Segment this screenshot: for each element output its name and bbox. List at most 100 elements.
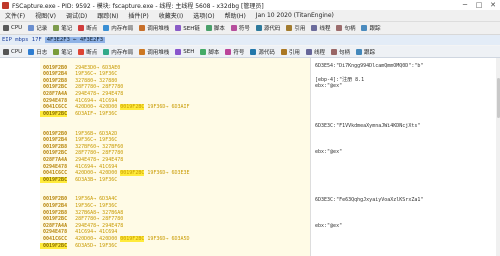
code-line[interactable]: 0041C6CC 420D00→ 420D00 0019F2BC 19F36D→ … bbox=[40, 170, 310, 177]
toolbar-button-symbols[interactable]: 符号 bbox=[228, 23, 253, 33]
toolbar-button-threads[interactable]: 线程 bbox=[303, 47, 328, 57]
toolbar-button-notes[interactable]: 笔记 bbox=[50, 47, 75, 57]
menu-item[interactable]: 收藏夹(I) bbox=[154, 11, 188, 20]
toolbar-button-trace[interactable]: 跟踪 bbox=[358, 23, 383, 33]
address-bar[interactable]: EIP mbps 17F 4F3E2F3 ← 4F3E2F3 bbox=[0, 35, 500, 45]
toolbar-button-label: 断点 bbox=[86, 26, 98, 32]
window-title: FSCapture.exe - PID: 9592 - 模块: fscaptur… bbox=[12, 2, 264, 10]
code-line[interactable]: 0019F2B4 19F36C→ 19F36C bbox=[40, 71, 310, 78]
code-line[interactable]: 028F7A4A 294E478→ 294E478 bbox=[40, 223, 310, 230]
toolbar-button-callstack[interactable]: 调用堆栈 bbox=[136, 47, 172, 57]
code-address: 0019F2BC bbox=[40, 176, 68, 183]
code-line[interactable]: 0019F2BC 28F7780→ 28F7780 bbox=[40, 84, 310, 91]
code-line[interactable]: 0019F2B0 19F36A→ 6D3A4C bbox=[40, 196, 310, 203]
references-icon bbox=[286, 25, 293, 31]
toolbar-button-source[interactable]: 源代码 bbox=[247, 47, 278, 57]
toolbar-button-references[interactable]: 引用 bbox=[283, 23, 308, 33]
code-operand-text: 420D00→ 420D00 bbox=[75, 170, 118, 177]
toolbar-button-trace[interactable]: 跟踪 bbox=[353, 47, 378, 57]
comment-text: 6D3E54:"Di7Kngg994DlcamQmmOMQ0D":"b" bbox=[315, 63, 424, 69]
maximize-button[interactable]: □ bbox=[472, 0, 486, 10]
code-line[interactable]: 0019F2BC 6D3A5D→ 19F36C bbox=[40, 242, 310, 250]
toolbar-button-log[interactable]: 记录 bbox=[25, 23, 50, 33]
menu-item[interactable]: 视图(V) bbox=[30, 11, 61, 20]
app-bug-icon bbox=[2, 1, 9, 9]
toolbar-button-log[interactable]: 日志 bbox=[25, 47, 50, 57]
toolbar-button-references[interactable]: 引用 bbox=[278, 47, 303, 57]
code-line[interactable]: 0294E478 41C694→ 41C694 bbox=[40, 229, 310, 236]
toolbar-button-source[interactable]: 源代码 bbox=[253, 23, 284, 33]
code-line[interactable]: 0019F2B8 327880→ 327880 bbox=[40, 78, 310, 85]
menu-item[interactable]: 调试(D) bbox=[61, 11, 92, 20]
toolbar-button-memory[interactable]: 内存布局 bbox=[100, 47, 136, 57]
vertical-scrollbar[interactable] bbox=[496, 58, 500, 256]
code-line[interactable]: 0019F2B4 19F36C→ 19F36C bbox=[40, 137, 310, 144]
menu-item[interactable]: 文件(F) bbox=[0, 11, 30, 20]
code-line[interactable]: 0019F2B0 294E3D0→ 6D3AE0 bbox=[40, 65, 310, 72]
code-address: 0294E478 bbox=[43, 97, 68, 104]
toolbar-button-seh[interactable]: SEH bbox=[172, 47, 197, 57]
code-line[interactable]: 0294E478 41C694→ 41C694 bbox=[40, 164, 310, 171]
code-operands: 327BF60→ 327BF60 bbox=[67, 144, 123, 150]
toolbar-button-handles[interactable]: 句柄 bbox=[328, 47, 353, 57]
code-line[interactable]: 0019F2BC 6D3AIF→ 19F36C bbox=[40, 110, 310, 118]
cpu-icon bbox=[3, 48, 9, 55]
toolbar-button-threads[interactable]: 线程 bbox=[308, 23, 333, 33]
code-line[interactable]: 0294E478 41C694→ 41C694 bbox=[40, 98, 310, 105]
code-operands: 420D00→ 420D00 0019F2BC 19F36D→ 6D3E3E bbox=[67, 170, 190, 177]
comment-text: [ebp-4]:"注册 8.1 bbox=[315, 77, 365, 83]
toolbar-button-memory[interactable]: 内存布局 bbox=[100, 23, 136, 33]
menu-bar: 文件(F) 视图(V) 调试(D) 跟踪(N) 插件(P) 收藏夹(I) 选项(O) 帮助(H… bbox=[0, 10, 500, 22]
toolbar-button-script[interactable]: 脚本 bbox=[203, 23, 228, 33]
toolbar-button-callstack[interactable]: 调用堆栈 bbox=[136, 23, 172, 33]
code-line[interactable]: 0041C6CC 420D00→ 420D00 0019F2BC 19F36D→ … bbox=[40, 236, 310, 243]
menu-item[interactable]: Jan 10 2020 (TitanEngine) bbox=[251, 12, 339, 19]
code-line[interactable]: 0019F2BC 6D3A3B→ 19F36C bbox=[40, 176, 310, 184]
code-operands: 28F7780→ 28F7780 bbox=[67, 216, 123, 222]
toolbar-button-cpu[interactable]: CPU bbox=[0, 23, 25, 33]
toolbar-button-label: 线程 bbox=[319, 26, 331, 32]
breakpoint-icon bbox=[78, 25, 85, 31]
code-operand-text: 19F36C→ 19F36C bbox=[75, 71, 118, 78]
toolbar-button-breakpoint[interactable]: 断点 bbox=[75, 47, 100, 57]
code-operands: 327B6A8→ 327B6A8 bbox=[67, 210, 123, 216]
menu-item[interactable]: 跟踪(N) bbox=[92, 11, 123, 20]
code-line[interactable]: 0019F2BC 28F7780→ 28F7780 bbox=[40, 150, 310, 157]
toolbar-button-label: 调用堆栈 bbox=[147, 49, 170, 56]
code-operands: 19F36C→ 19F36C bbox=[67, 137, 117, 143]
notes-icon bbox=[53, 48, 60, 55]
code-line[interactable]: 0041C6CC 420D00→ 420D00 0019F2BC 19F36D→ … bbox=[40, 104, 310, 111]
code-tail: 19F36D→ 6D3AIF bbox=[147, 104, 190, 111]
toolbar-button-handles[interactable]: 句柄 bbox=[333, 23, 358, 33]
code-operand-text: 294E478→ 294E478 bbox=[75, 156, 124, 163]
code-address: 0019F2B0 bbox=[43, 64, 68, 71]
disassembly-pane[interactable]: 0019F2B0 294E3D0→ 6D3AE0 0019F2B4 19F36C→ 1… bbox=[40, 58, 310, 256]
code-highlight: 0019F2BC bbox=[120, 236, 145, 243]
minimize-button[interactable]: ─ bbox=[458, 0, 472, 10]
main-toolbar: CPU 记录 笔记 断点 内存布局 调用堆栈 SEH链 脚本 符号 源代码 引用 线程 句柄 跟踪 bbox=[0, 22, 500, 35]
code-line[interactable]: 0019F2B4 19F36C→ 19F36C bbox=[40, 203, 310, 210]
menu-item[interactable]: 选项(O) bbox=[188, 11, 219, 20]
toolbar-button-notes[interactable]: 笔记 bbox=[50, 23, 75, 33]
code-operands: 28F7780→ 28F7780 bbox=[67, 84, 123, 90]
code-operand-text: 294E3D0→ 6D3AE0 bbox=[75, 64, 121, 71]
comments-pane[interactable]: 6D3E54:"Di7Kngg994DlcamQmmOMQ0D":"b" [ebp… bbox=[310, 58, 500, 256]
toolbar-button-label: 断点 bbox=[86, 49, 98, 56]
code-line[interactable]: 0019F2B0 19F36B→ 6D3A2D bbox=[40, 131, 310, 138]
comment-text: 6D3E3C:"Fe63QqhgJxyaiyVoaXzlKSrxZa1" bbox=[315, 197, 424, 203]
code-line[interactable]: 028F7A4A 294E478→ 294E478 bbox=[40, 157, 310, 164]
toolbar-button-script[interactable]: 脚本 bbox=[197, 47, 222, 57]
toolbar-button-symbols[interactable]: 符号 bbox=[222, 47, 247, 57]
toolbar-button-cpu[interactable]: CPU bbox=[0, 47, 25, 57]
toolbar-button-seh[interactable]: SEH链 bbox=[172, 23, 203, 33]
code-line[interactable]: 028F7A4A 294E478→ 294E478 bbox=[40, 91, 310, 98]
toolbar-button-breakpoint[interactable]: 断点 bbox=[75, 23, 100, 33]
code-line[interactable]: 0019F2B8 327BF60→ 327BF60 bbox=[40, 144, 310, 151]
close-button[interactable]: ✕ bbox=[486, 0, 500, 10]
menu-item[interactable]: 插件(P) bbox=[123, 11, 153, 20]
code-line[interactable]: 0019F2BC 28F7780→ 28F7780 bbox=[40, 216, 310, 223]
menu-item[interactable]: 帮助(H) bbox=[220, 11, 251, 20]
code-operands: 420D00→ 420D00 0019F2BC 19F36D→ 6D3A5D bbox=[67, 236, 190, 243]
code-operands: 327880→ 327880 bbox=[67, 78, 117, 84]
code-line[interactable]: 0019F2B8 327B6A8→ 327B6A8 bbox=[40, 210, 310, 217]
